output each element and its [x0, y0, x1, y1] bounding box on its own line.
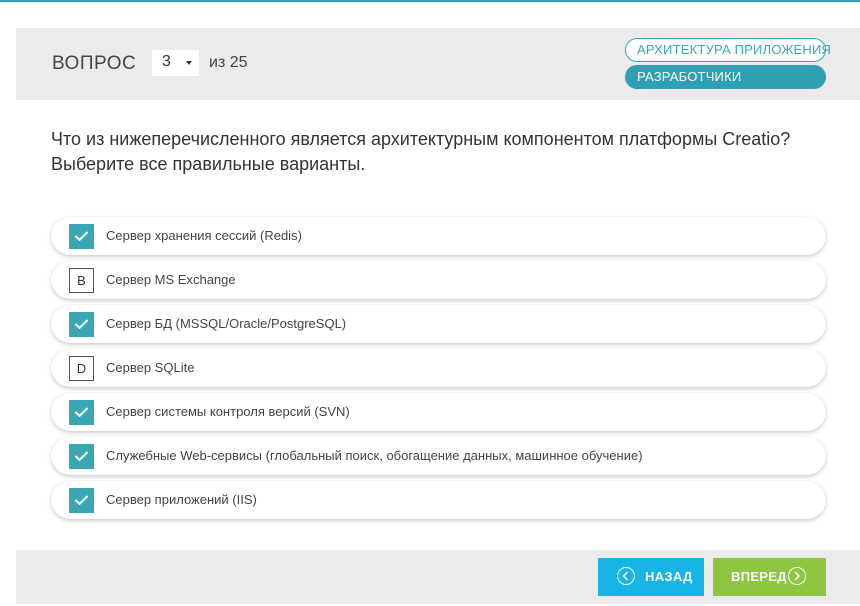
- answer-option[interactable]: B Сервер MS Exchange: [51, 261, 826, 299]
- navigation-footer: НАЗАД ВПЕРЕД: [16, 550, 860, 604]
- checkbox-unchecked[interactable]: B: [69, 268, 94, 293]
- checkbox-checked[interactable]: [69, 488, 94, 513]
- chevron-right-circle-icon: [788, 567, 806, 585]
- answer-option-label: Служебные Web-сервисы (глобальный поиск,…: [106, 448, 643, 463]
- answer-option-label: Сервер БД (MSSQL/Oracle/PostgreSQL): [106, 316, 347, 331]
- chevron-left-circle-icon: [617, 567, 635, 585]
- back-button-label: НАЗАД: [645, 569, 693, 584]
- check-icon: [74, 407, 89, 418]
- question-label: ВОПРОС: [52, 53, 137, 74]
- check-icon: [74, 495, 89, 506]
- checkbox-checked[interactable]: [69, 400, 94, 425]
- checkbox-checked[interactable]: [69, 312, 94, 337]
- answer-option[interactable]: Сервер системы контроля версий (SVN): [51, 393, 826, 431]
- answer-option-label: Сервер SQLite: [106, 360, 195, 375]
- next-button[interactable]: ВПЕРЕД: [713, 558, 826, 596]
- question-total: из 25: [209, 54, 248, 71]
- answer-option[interactable]: Сервер хранения сессий (Redis): [51, 217, 826, 255]
- answer-option[interactable]: Сервер БД (MSSQL/Oracle/PostgreSQL): [51, 305, 826, 343]
- answer-option[interactable]: Сервер приложений (IIS): [51, 481, 826, 519]
- checkbox-checked[interactable]: [69, 444, 94, 469]
- check-icon: [74, 231, 89, 242]
- check-icon: [74, 451, 89, 462]
- answer-option-label: Сервер системы контроля версий (SVN): [106, 404, 350, 419]
- next-button-label: ВПЕРЕД: [731, 569, 787, 584]
- question-number-value: 3: [162, 53, 171, 70]
- answer-option[interactable]: D Сервер SQLite: [51, 349, 826, 387]
- question-text: Что из нижеперечисленного является архит…: [51, 129, 791, 174]
- caret-down-icon: [186, 61, 192, 65]
- check-icon: [74, 319, 89, 330]
- checkbox-checked[interactable]: [69, 224, 94, 249]
- top-accent-line: [0, 0, 860, 2]
- answer-option-label: Сервер хранения сессий (Redis): [106, 228, 302, 243]
- tag-application-architecture[interactable]: АРХИТЕКТУРА ПРИЛОЖЕНИЯ: [625, 38, 831, 62]
- question-number-select[interactable]: 3: [152, 50, 199, 76]
- answer-option-label: Сервер MS Exchange: [106, 272, 236, 287]
- back-button[interactable]: НАЗАД: [598, 558, 704, 596]
- answer-option-label: Сервер приложений (IIS): [106, 492, 257, 507]
- answer-option[interactable]: Служебные Web-сервисы (глобальный поиск,…: [51, 437, 826, 475]
- question-header: ВОПРОС 3 из 25 АРХИТЕКТУРА ПРИЛОЖЕНИЯ РА…: [16, 28, 860, 100]
- tag-developers[interactable]: РАЗРАБОТЧИКИ: [625, 65, 826, 89]
- checkbox-unchecked[interactable]: D: [69, 356, 94, 381]
- answer-options-list: Сервер хранения сессий (Redis) B Сервер …: [51, 217, 826, 525]
